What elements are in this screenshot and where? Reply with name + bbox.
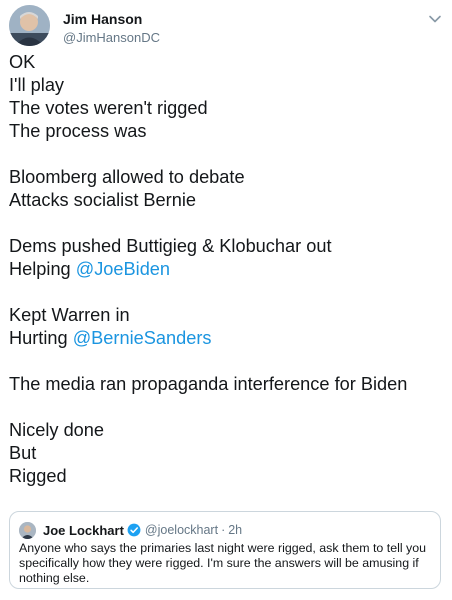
quoted-author-name: Joe Lockhart [43, 522, 124, 538]
tweet-line: Bloomberg allowed to debate [9, 167, 245, 187]
tweet-line: I'll play [9, 75, 65, 95]
line-break [9, 396, 439, 419]
tweet-text: OK I'll play The votes weren't rigged Th… [9, 51, 439, 488]
tweet-line: OK [9, 52, 36, 72]
tweet-line: Attacks socialist Bernie [9, 190, 196, 210]
line-break [9, 143, 439, 166]
author-handle[interactable]: @JimHansonDC [63, 29, 160, 46]
quoted-tweet-time: 2h [228, 523, 243, 537]
mention-link-berniesanders[interactable]: @BernieSanders [73, 328, 212, 348]
line-break [9, 281, 439, 304]
tweet-line-with-mention: Helping @JoeBiden [9, 258, 439, 281]
tweet-line-with-mention: Hurting @BernieSanders [9, 327, 439, 350]
quoted-author-avatar [19, 521, 36, 539]
tweet-line: Dems pushed Buttigieg & Klobuchar out [9, 236, 332, 256]
quoted-tweet-card[interactable]: Joe Lockhart @joelockhart · 2h Anyone wh… [9, 511, 441, 589]
author-name[interactable]: Jim Hanson [63, 11, 160, 28]
quoted-tweet-header: Joe Lockhart @joelockhart · 2h [19, 521, 242, 539]
tweet-line: The media ran propaganda interference fo… [9, 374, 408, 394]
tweet-line-text: Hurting [9, 328, 73, 348]
quoted-tweet-text: Anyone who says the primaries last night… [19, 541, 427, 585]
tweet-line: But [9, 443, 37, 463]
tweet-line: The process was [9, 121, 147, 141]
tweet-header: Jim Hanson @JimHansonDC [9, 5, 443, 47]
verified-badge-icon [127, 523, 141, 537]
avatar-photo [9, 5, 50, 46]
quoted-author-handle: @joelockhart [144, 523, 219, 537]
tweet-line: Kept Warren in [9, 305, 130, 325]
author-avatar[interactable] [9, 5, 50, 46]
line-break [9, 350, 439, 373]
tweet-line-text: Helping [9, 259, 76, 279]
mention-link-joebiden[interactable]: @JoeBiden [76, 259, 170, 279]
chevron-down-icon[interactable] [427, 11, 443, 27]
author-info: Jim Hanson @JimHansonDC [63, 11, 160, 46]
tweet-line: Nicely done [9, 420, 105, 440]
line-break [9, 212, 439, 235]
separator-dot: · [221, 523, 226, 537]
quoted-avatar-photo [19, 521, 36, 539]
tweet-line: The votes weren't rigged [9, 98, 208, 118]
tweet-line: Rigged [9, 466, 67, 486]
